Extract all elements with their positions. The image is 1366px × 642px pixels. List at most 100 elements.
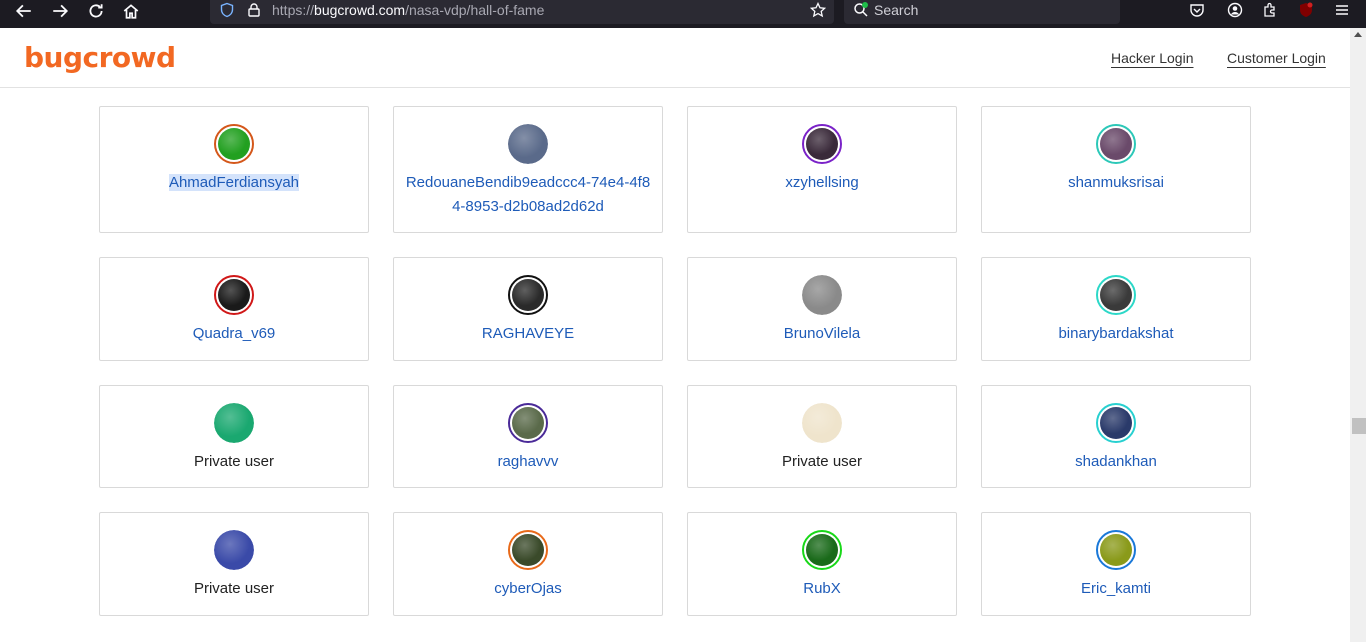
customer-login-link[interactable]: Customer Login [1227, 50, 1326, 66]
url-text: https://bugcrowd.com/nasa-vdp/hall-of-fa… [272, 2, 544, 18]
reload-button[interactable] [82, 0, 110, 22]
hacker-card[interactable]: RubX [687, 512, 957, 616]
menu-icon[interactable] [1331, 0, 1353, 20]
hacker-username-link[interactable]: raghavvv [402, 450, 654, 474]
hacker-card[interactable]: xzyhellsing [687, 106, 957, 233]
back-button[interactable] [10, 0, 38, 22]
home-button[interactable] [117, 0, 145, 22]
extensions-icon[interactable] [1259, 0, 1281, 20]
avatar[interactable] [802, 530, 842, 570]
hacker-username-link[interactable]: Eric_kamti [990, 577, 1242, 601]
hacker-card[interactable]: binarybardakshat [981, 257, 1251, 361]
avatar[interactable] [508, 275, 548, 315]
avatar [214, 403, 254, 443]
avatar[interactable] [214, 275, 254, 315]
hacker-username-link[interactable]: cyberOjas [402, 577, 654, 601]
hacker-username-link[interactable]: shadankhan [990, 450, 1242, 474]
hacker-card[interactable]: RAGHAVEYE [393, 257, 663, 361]
avatar [802, 403, 842, 443]
private-user-card: Private user [99, 385, 369, 488]
hacker-card[interactable]: shadankhan [981, 385, 1251, 488]
forward-arrow-icon [53, 4, 69, 18]
avatar [214, 530, 254, 570]
search-bar[interactable]: Search [844, 0, 1120, 24]
lock-icon[interactable] [243, 0, 265, 20]
avatar-image [512, 407, 544, 439]
hacker-username-link[interactable]: xzyhellsing [696, 171, 948, 195]
account-icon[interactable] [1224, 0, 1246, 20]
url-scheme: https:// [272, 2, 315, 18]
hacker-username-link[interactable]: Quadra_v69 [108, 322, 360, 346]
hacker-username-link[interactable]: RAGHAVEYE [402, 322, 654, 346]
avatar-image [218, 128, 250, 160]
username-text: BrunoVilela [783, 325, 861, 342]
avatar-image [1100, 279, 1132, 311]
avatar[interactable] [802, 275, 842, 315]
username-text: AhmadFerdiansyah [168, 174, 300, 191]
username-text: cyberOjas [494, 580, 562, 597]
bugcrowd-logo[interactable]: bugcrowd [24, 41, 176, 74]
username-text: shadankhan [1075, 453, 1157, 470]
scroll-thumb[interactable] [1352, 418, 1366, 434]
avatar[interactable] [214, 124, 254, 164]
hacker-card[interactable]: cyberOjas [393, 512, 663, 616]
browser-toolbar: https://bugcrowd.com/nasa-vdp/hall-of-fa… [0, 0, 1366, 28]
hall-of-fame-grid: AhmadFerdiansyah RedouaneBendib9eadccc4-7… [0, 88, 1350, 642]
url-bar[interactable]: https://bugcrowd.com/nasa-vdp/hall-of-fa… [210, 0, 834, 24]
avatar-image [802, 275, 842, 315]
avatar-image [508, 124, 548, 164]
hacker-username-link[interactable]: binarybardakshat [990, 322, 1242, 346]
avatar[interactable] [802, 124, 842, 164]
avatar[interactable] [1096, 530, 1136, 570]
hacker-username-link[interactable]: RedouaneBendib9eadccc4-74e4-4f84-8953-d2… [402, 171, 654, 219]
site-header: bugcrowd Hacker Login Customer Login [0, 28, 1350, 88]
username-text: shanmuksrisai [1068, 174, 1164, 191]
hacker-username-link[interactable]: BrunoVilela [696, 322, 948, 346]
private-user-label: Private user [108, 450, 360, 474]
avatar-image [802, 403, 842, 443]
avatar[interactable] [1096, 124, 1136, 164]
private-user-card: Private user [687, 385, 957, 488]
shield-icon[interactable] [216, 0, 238, 20]
username-text: Private user [193, 580, 275, 597]
avatar-image [1100, 128, 1132, 160]
avatar-image [214, 403, 254, 443]
username-text: Private user [781, 453, 863, 470]
back-arrow-icon [15, 4, 31, 18]
username-text: RedouaneBendib9eadccc4-74e4-4f84-8953-d2… [405, 174, 651, 215]
url-host: bugcrowd.com [314, 2, 406, 18]
hacker-card[interactable]: raghavvv [393, 385, 663, 488]
avatar[interactable] [1096, 275, 1136, 315]
hacker-card[interactable]: BrunoVilela [687, 257, 957, 361]
forward-button[interactable] [46, 0, 74, 22]
avatar-image [806, 534, 838, 566]
username-text: xzyhellsing [785, 174, 859, 191]
avatar-image [512, 279, 544, 311]
hacker-card[interactable]: AhmadFerdiansyah [99, 106, 369, 233]
scroll-up-arrow-icon[interactable] [1354, 32, 1362, 37]
username-text: Eric_kamti [1080, 580, 1151, 597]
avatar[interactable] [508, 530, 548, 570]
private-user-card: Private user [99, 512, 369, 616]
page-scrollbar[interactable] [1350, 28, 1366, 642]
avatar-image [1100, 534, 1132, 566]
avatar[interactable] [1096, 403, 1136, 443]
pocket-icon[interactable] [1186, 0, 1208, 20]
hacker-username-link[interactable]: AhmadFerdiansyah [108, 171, 360, 195]
avatar[interactable] [508, 124, 548, 164]
search-icon [850, 0, 872, 20]
username-text: RAGHAVEYE [481, 325, 575, 342]
hacker-login-link[interactable]: Hacker Login [1111, 50, 1194, 66]
hacker-username-link[interactable]: RubX [696, 577, 948, 601]
search-input[interactable]: Search [874, 2, 918, 18]
hacker-card[interactable]: RedouaneBendib9eadccc4-74e4-4f84-8953-d2… [393, 106, 663, 233]
bookmark-star-icon[interactable] [807, 0, 829, 20]
private-user-label: Private user [696, 450, 948, 474]
hacker-username-link[interactable]: shanmuksrisai [990, 171, 1242, 195]
hacker-card[interactable]: Eric_kamti [981, 512, 1251, 616]
ublock-icon[interactable] [1295, 0, 1317, 20]
avatar-image [806, 128, 838, 160]
avatar[interactable] [508, 403, 548, 443]
hacker-card[interactable]: shanmuksrisai [981, 106, 1251, 233]
hacker-card[interactable]: Quadra_v69 [99, 257, 369, 361]
